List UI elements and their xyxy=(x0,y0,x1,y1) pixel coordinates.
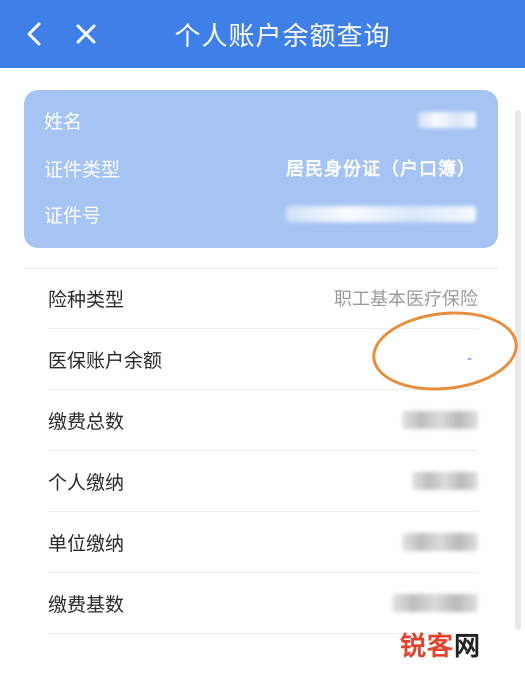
id-number-label: 证件号 xyxy=(44,204,102,227)
card-row-id-type: 证件类型 居民身份证（户口簿） xyxy=(44,150,476,186)
employer-payment-label: 单位缴纳 xyxy=(48,532,125,555)
list-item-total-payment: 缴费总数 xyxy=(48,390,478,451)
name-value-redacted xyxy=(418,112,476,128)
insurance-type-value: 职工基本医疗保险 xyxy=(334,289,478,310)
list-item-personal-payment: 个人缴纳 xyxy=(48,451,478,512)
site-watermark: 锐 客 网 xyxy=(400,626,481,663)
list-item-payment-base: 缴费基数 xyxy=(48,573,478,634)
employer-payment-value-redacted xyxy=(402,533,478,551)
app-header: 个人账户余额查询 xyxy=(0,0,525,68)
watermark-char-2: 客 xyxy=(426,632,454,662)
identity-card: 姓名 证件类型 居民身份证（户口簿） 证件号 xyxy=(24,90,498,248)
watermark-char-3: 网 xyxy=(453,632,481,662)
payment-base-value-redacted xyxy=(392,594,478,612)
total-payment-value-redacted xyxy=(402,411,478,429)
name-label: 姓名 xyxy=(44,110,83,133)
id-type-label: 证件类型 xyxy=(44,158,121,181)
total-payment-label: 缴费总数 xyxy=(48,410,125,433)
personal-payment-label: 个人缴纳 xyxy=(48,471,125,494)
card-row-id-number: 证件号 xyxy=(44,196,476,232)
scrollbar[interactable] xyxy=(515,110,521,630)
id-number-value-redacted xyxy=(286,206,476,222)
id-type-value: 居民身份证（户口簿） xyxy=(286,159,476,180)
personal-payment-value-redacted xyxy=(412,472,478,490)
list-item-employer-payment: 单位缴纳 xyxy=(48,512,478,573)
card-row-name: 姓名 xyxy=(44,102,476,138)
payment-base-label: 缴费基数 xyxy=(48,593,125,616)
balance-label: 医保账户余额 xyxy=(48,349,163,372)
insurance-type-label: 险种类型 xyxy=(48,288,125,311)
watermark-char-1: 锐 xyxy=(399,632,427,662)
page-title: 个人账户余额查询 xyxy=(174,21,391,52)
